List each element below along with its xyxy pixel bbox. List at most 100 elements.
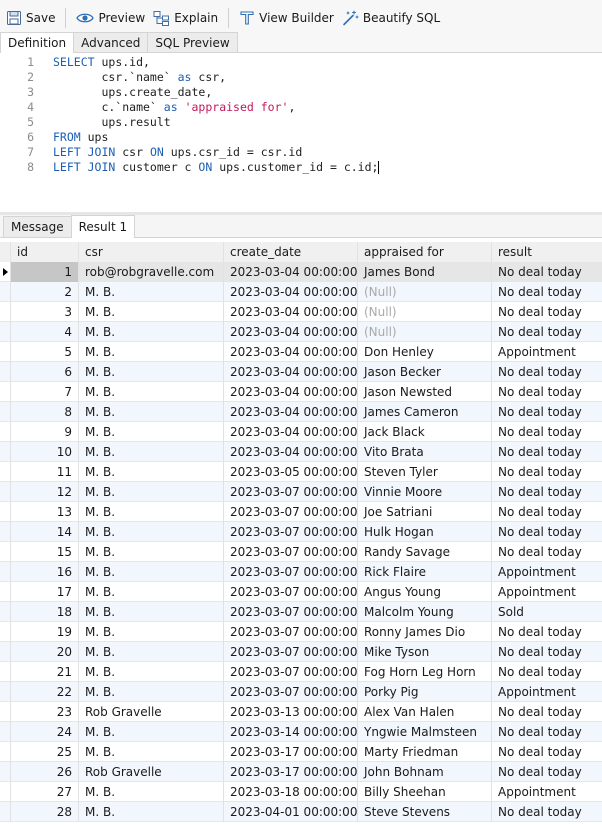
cell-result[interactable]: No deal today — [492, 802, 602, 822]
cell-id[interactable]: 1 — [11, 262, 79, 282]
row-selector[interactable] — [0, 282, 11, 302]
cell-result[interactable]: No deal today — [492, 442, 602, 462]
row-selector[interactable] — [0, 682, 11, 702]
cell-csr[interactable]: M. B. — [79, 362, 224, 382]
cell-csr[interactable]: M. B. — [79, 662, 224, 682]
cell-create-date[interactable]: 2023-03-04 00:00:00 — [224, 262, 358, 282]
cell-result[interactable]: No deal today — [492, 402, 602, 422]
cell-result[interactable]: No deal today — [492, 642, 602, 662]
cell-result[interactable]: No deal today — [492, 282, 602, 302]
cell-create-date[interactable]: 2023-03-07 00:00:00 — [224, 602, 358, 622]
cell-id[interactable]: 21 — [11, 662, 79, 682]
cell-id[interactable]: 23 — [11, 702, 79, 722]
cell-csr[interactable]: M. B. — [79, 582, 224, 602]
cell-result[interactable]: No deal today — [492, 522, 602, 542]
cell-create-date[interactable]: 2023-03-07 00:00:00 — [224, 642, 358, 662]
cell-id[interactable]: 18 — [11, 602, 79, 622]
cell-id[interactable]: 15 — [11, 542, 79, 562]
cell-create-date[interactable]: 2023-03-07 00:00:00 — [224, 562, 358, 582]
row-selector[interactable] — [0, 382, 11, 402]
cell-csr[interactable]: M. B. — [79, 562, 224, 582]
cell-create-date[interactable]: 2023-03-04 00:00:00 — [224, 422, 358, 442]
cell-csr[interactable]: M. B. — [79, 682, 224, 702]
cell-appraised-for[interactable]: Randy Savage — [358, 542, 492, 562]
row-selector[interactable] — [0, 502, 11, 522]
table-row[interactable]: 4 M. B. 2023-03-04 00:00:00 (Null) No deal t… — [0, 322, 602, 342]
cell-create-date[interactable]: 2023-03-04 00:00:00 — [224, 382, 358, 402]
cell-id[interactable]: 28 — [11, 802, 79, 822]
table-row[interactable]: 8 M. B. 2023-03-04 00:00:00 James Cameron No… — [0, 402, 602, 422]
table-row[interactable]: 1 rob@robgravelle.com 2023-03-04 00:00:00 J… — [0, 262, 602, 282]
cell-appraised-for[interactable]: Mike Tyson — [358, 642, 492, 662]
cell-appraised-for[interactable]: Porky Pig — [358, 682, 492, 702]
table-row[interactable]: 24 M. B. 2023-03-14 00:00:00 Yngwie Malmste… — [0, 722, 602, 742]
column-header-appraised-for[interactable]: appraised for — [358, 242, 492, 262]
cell-appraised-for[interactable]: Billy Sheehan — [358, 782, 492, 802]
table-row[interactable]: 6 M. B. 2023-03-04 00:00:00 Jason Becker No … — [0, 362, 602, 382]
cell-result[interactable]: Appointment — [492, 342, 602, 362]
cell-csr[interactable]: M. B. — [79, 802, 224, 822]
cell-result[interactable]: Appointment — [492, 682, 602, 702]
cell-csr[interactable]: M. B. — [79, 342, 224, 362]
table-row[interactable]: 10 M. B. 2023-03-04 00:00:00 Vito Brata No d… — [0, 442, 602, 462]
cell-appraised-for[interactable]: James Cameron — [358, 402, 492, 422]
cell-create-date[interactable]: 2023-03-14 00:00:00 — [224, 722, 358, 742]
cell-appraised-for[interactable]: Marty Friedman — [358, 742, 492, 762]
table-row[interactable]: 19 M. B. 2023-03-07 00:00:00 Ronny James Di… — [0, 622, 602, 642]
cell-csr[interactable]: Rob Gravelle — [79, 762, 224, 782]
cell-id[interactable]: 6 — [11, 362, 79, 382]
row-selector[interactable] — [0, 302, 11, 322]
cell-appraised-for[interactable]: Alex Van Halen — [358, 702, 492, 722]
cell-appraised-for[interactable]: Vinnie Moore — [358, 482, 492, 502]
row-selector[interactable] — [0, 722, 11, 742]
cell-id[interactable]: 27 — [11, 782, 79, 802]
cell-csr[interactable]: rob@robgravelle.com — [79, 262, 224, 282]
cell-id[interactable]: 26 — [11, 762, 79, 782]
row-selector[interactable] — [0, 462, 11, 482]
table-row[interactable]: 26 Rob Gravelle 2023-03-17 00:00:00 John Bo… — [0, 762, 602, 782]
table-row[interactable]: 18 M. B. 2023-03-07 00:00:00 Malcolm Young S… — [0, 602, 602, 622]
cell-csr[interactable]: M. B. — [79, 542, 224, 562]
cell-result[interactable]: No deal today — [492, 302, 602, 322]
cell-csr[interactable]: M. B. — [79, 602, 224, 622]
table-row[interactable]: 15 M. B. 2023-03-07 00:00:00 Randy Savage No… — [0, 542, 602, 562]
save-button[interactable]: Save — [2, 6, 59, 30]
cell-csr[interactable]: M. B. — [79, 282, 224, 302]
cell-result[interactable]: No deal today — [492, 702, 602, 722]
cell-id[interactable]: 5 — [11, 342, 79, 362]
cell-result[interactable]: No deal today — [492, 382, 602, 402]
tab-result-1[interactable]: Result 1 — [70, 215, 136, 238]
cell-csr[interactable]: M. B. — [79, 502, 224, 522]
cell-id[interactable]: 17 — [11, 582, 79, 602]
table-row[interactable]: 14 M. B. 2023-03-07 00:00:00 Hulk Hogan No d… — [0, 522, 602, 542]
cell-appraised-for[interactable]: Hulk Hogan — [358, 522, 492, 542]
cell-appraised-for[interactable]: Rick Flaire — [358, 562, 492, 582]
cell-create-date[interactable]: 2023-03-04 00:00:00 — [224, 342, 358, 362]
cell-appraised-for[interactable]: Jason Becker — [358, 362, 492, 382]
cell-create-date[interactable]: 2023-03-07 00:00:00 — [224, 662, 358, 682]
cell-id[interactable]: 9 — [11, 422, 79, 442]
cell-appraised-for[interactable]: Fog Horn Leg Horn — [358, 662, 492, 682]
cell-csr[interactable]: Rob Gravelle — [79, 702, 224, 722]
cell-id[interactable]: 10 — [11, 442, 79, 462]
cell-csr[interactable]: M. B. — [79, 422, 224, 442]
row-selector[interactable] — [0, 602, 11, 622]
cell-appraised-for[interactable]: Jack Black — [358, 422, 492, 442]
row-selector[interactable] — [0, 262, 11, 282]
explain-button[interactable]: Explain — [149, 6, 222, 30]
cell-appraised-for[interactable]: Steven Tyler — [358, 462, 492, 482]
cell-id[interactable]: 19 — [11, 622, 79, 642]
cell-appraised-for[interactable]: Vito Brata — [358, 442, 492, 462]
cell-create-date[interactable]: 2023-03-17 00:00:00 — [224, 762, 358, 782]
cell-id[interactable]: 24 — [11, 722, 79, 742]
row-selector[interactable] — [0, 362, 11, 382]
cell-csr[interactable]: M. B. — [79, 322, 224, 342]
table-row[interactable]: 16 M. B. 2023-03-07 00:00:00 Rick Flaire App… — [0, 562, 602, 582]
row-selector[interactable] — [0, 402, 11, 422]
tab-advanced[interactable]: Advanced — [73, 32, 149, 52]
table-row[interactable]: 20 M. B. 2023-03-07 00:00:00 Mike Tyson No d… — [0, 642, 602, 662]
cell-create-date[interactable]: 2023-03-17 00:00:00 — [224, 742, 358, 762]
table-row[interactable]: 3 M. B. 2023-03-04 00:00:00 (Null) No deal t… — [0, 302, 602, 322]
cell-csr[interactable]: M. B. — [79, 462, 224, 482]
cell-appraised-for[interactable]: Angus Young — [358, 582, 492, 602]
